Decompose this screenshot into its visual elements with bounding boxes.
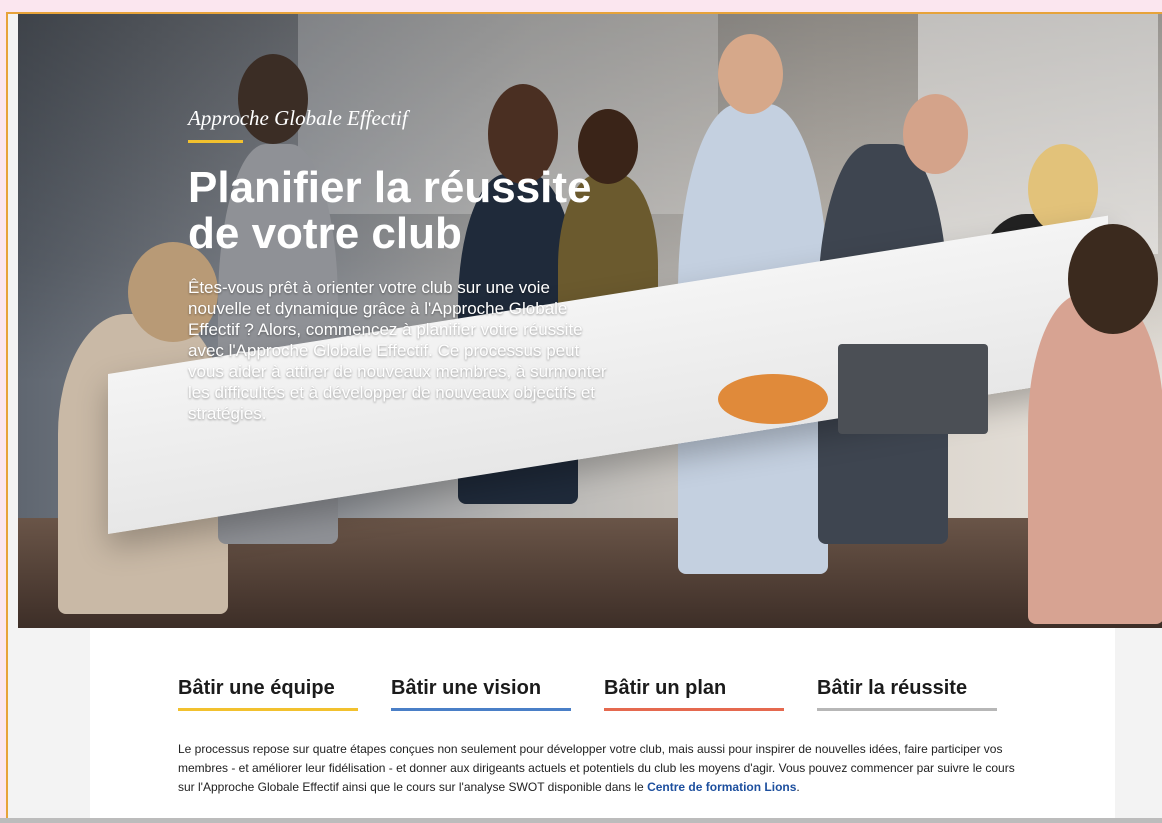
intro-suffix: . xyxy=(796,780,800,794)
tab-underline xyxy=(817,708,997,711)
tab-label: Bâtir un plan xyxy=(604,677,727,699)
tab-underline xyxy=(178,708,358,711)
intro-paragraph: Le processus repose sur quatre étapes co… xyxy=(178,740,1028,797)
tab-label: Bâtir une équipe xyxy=(178,677,335,699)
person-head xyxy=(903,94,968,174)
person-figure xyxy=(1028,294,1162,624)
content-panel: Bâtir une équipe Bâtir une vision Bâtir … xyxy=(90,628,1115,823)
intro-text: Le processus repose sur quatre étapes co… xyxy=(178,742,1015,794)
hero-text-block: Approche Globale Effectif Planifier la r… xyxy=(188,104,618,424)
tab-batir-reussite[interactable]: Bâtir la réussite xyxy=(817,676,997,716)
training-center-link[interactable]: Centre de formation Lions xyxy=(647,780,796,794)
tab-underline xyxy=(604,708,784,711)
tab-batir-plan[interactable]: Bâtir un plan xyxy=(604,676,784,716)
person-head xyxy=(718,34,783,114)
page-frame: Approche Globale Effectif Planifier la r… xyxy=(6,12,1162,823)
tab-label: Bâtir une vision xyxy=(391,677,542,699)
fruit-bowl xyxy=(718,374,828,424)
tab-batir-vision[interactable]: Bâtir une vision xyxy=(391,676,571,716)
hero-banner: Approche Globale Effectif Planifier la r… xyxy=(18,14,1162,628)
tab-label: Bâtir la réussite xyxy=(817,677,968,699)
person-head xyxy=(1068,224,1158,334)
laptop xyxy=(838,344,988,434)
hero-description: Êtes-vous prêt à orienter votre club sur… xyxy=(188,278,607,423)
tab-batir-equipe[interactable]: Bâtir une équipe xyxy=(178,676,358,716)
page-title: Planifier la réussite de votre club xyxy=(188,163,592,258)
step-tabs: Bâtir une équipe Bâtir une vision Bâtir … xyxy=(178,676,998,716)
hero-eyebrow: Approche Globale Effectif xyxy=(188,106,408,130)
tab-underline xyxy=(391,708,571,711)
hero-accent-rule xyxy=(188,140,243,143)
bottom-edge xyxy=(0,818,1162,823)
